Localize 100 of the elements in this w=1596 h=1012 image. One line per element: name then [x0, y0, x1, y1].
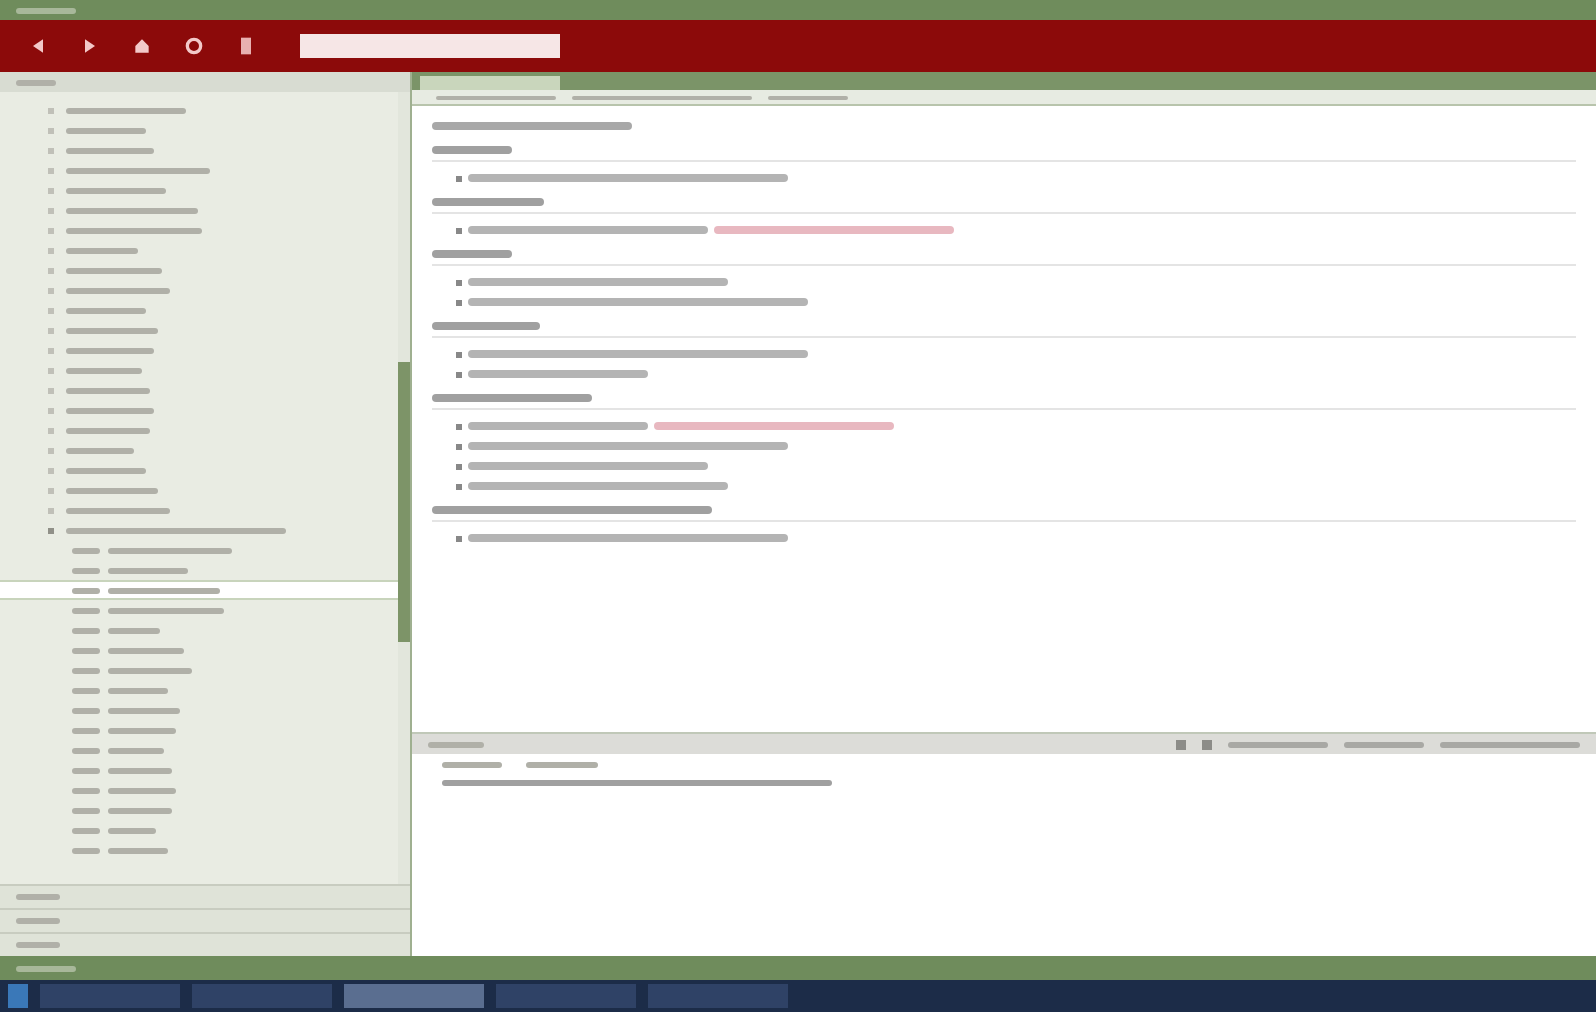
expand-icon[interactable] — [48, 467, 54, 473]
bullet-icon — [456, 351, 462, 357]
illegible-text — [16, 7, 76, 13]
expand-icon[interactable] — [48, 487, 54, 493]
expand-icon[interactable] — [48, 327, 54, 333]
panel-header[interactable] — [0, 932, 410, 956]
bullet-icon — [456, 443, 462, 449]
illegible-text — [66, 267, 162, 273]
address-field[interactable] — [300, 34, 560, 58]
illegible-text — [66, 247, 138, 253]
illegible-text — [1228, 741, 1328, 747]
illegible-text — [72, 727, 100, 733]
expand-icon[interactable] — [48, 307, 54, 313]
bullet-icon — [456, 279, 462, 285]
illegible-text — [428, 741, 484, 747]
panel-header[interactable] — [0, 908, 410, 932]
expand-icon[interactable] — [48, 287, 54, 293]
link[interactable] — [714, 226, 954, 234]
illegible-text — [66, 147, 154, 153]
illegible-text — [108, 647, 184, 653]
taskbar-button[interactable] — [40, 984, 180, 1008]
illegible-text — [66, 407, 154, 413]
illegible-text — [72, 567, 100, 573]
bullet-icon — [456, 227, 462, 233]
link[interactable] — [654, 422, 894, 430]
illegible-text — [72, 687, 100, 693]
illegible-text — [66, 307, 146, 313]
illegible-text — [72, 747, 100, 753]
illegible-text — [66, 207, 198, 213]
illegible-text — [108, 827, 156, 833]
expand-icon[interactable] — [48, 407, 54, 413]
illegible-text — [108, 847, 168, 853]
collapse-icon[interactable] — [48, 527, 54, 533]
illegible-text — [16, 79, 56, 85]
expand-icon[interactable] — [48, 267, 54, 273]
page-icon — [236, 36, 256, 56]
illegible-text — [66, 507, 170, 513]
illegible-text — [66, 367, 142, 373]
taskbar-button[interactable] — [496, 984, 636, 1008]
illegible-text — [72, 607, 100, 613]
illegible-text — [108, 787, 176, 793]
back-icon — [28, 36, 48, 56]
illegible-text — [66, 327, 158, 333]
expand-icon[interactable] — [48, 107, 54, 113]
scrollbar[interactable] — [398, 92, 410, 884]
expand-icon[interactable] — [48, 127, 54, 133]
home-icon — [132, 36, 152, 56]
illegible-text — [108, 607, 224, 613]
illegible-text — [72, 707, 100, 713]
illegible-text — [442, 762, 502, 768]
expand-icon[interactable] — [48, 207, 54, 213]
illegible-text — [108, 687, 168, 693]
taskbar-button[interactable] — [192, 984, 332, 1008]
tab[interactable] — [420, 76, 560, 90]
illegible-text — [72, 547, 100, 553]
expand-icon[interactable] — [48, 367, 54, 373]
illegible-text — [108, 587, 220, 593]
bullet-icon — [456, 371, 462, 377]
illegible-text — [72, 647, 100, 653]
panel-header[interactable] — [0, 884, 410, 908]
bullet-icon — [456, 463, 462, 469]
bullet-icon — [456, 535, 462, 541]
taskbar-button[interactable] — [344, 984, 484, 1008]
toolbar-icon[interactable] — [1176, 739, 1186, 749]
expand-icon[interactable] — [48, 147, 54, 153]
illegible-text — [66, 107, 186, 113]
expand-icon[interactable] — [48, 167, 54, 173]
refresh-button[interactable] — [180, 32, 208, 60]
toolbar-icon[interactable] — [1202, 739, 1212, 749]
illegible-text — [16, 942, 60, 948]
illegible-text — [72, 827, 100, 833]
illegible-text — [72, 587, 100, 593]
expand-icon[interactable] — [48, 447, 54, 453]
tree-item[interactable] — [0, 580, 398, 600]
illegible-text — [16, 894, 60, 900]
scrollbar-thumb[interactable] — [398, 362, 410, 642]
bullet-icon — [456, 423, 462, 429]
illegible-text — [108, 547, 232, 553]
illegible-text — [66, 127, 146, 133]
expand-icon[interactable] — [48, 247, 54, 253]
bullet-icon — [456, 299, 462, 305]
illegible-text — [66, 167, 210, 173]
illegible-text — [66, 187, 166, 193]
expand-icon[interactable] — [48, 427, 54, 433]
illegible-text — [66, 347, 154, 353]
illegible-text — [108, 727, 176, 733]
start-button[interactable] — [8, 984, 28, 1008]
expand-icon[interactable] — [48, 187, 54, 193]
expand-icon[interactable] — [48, 227, 54, 233]
expand-icon[interactable] — [48, 347, 54, 353]
taskbar-button[interactable] — [648, 984, 788, 1008]
illegible-text — [108, 707, 180, 713]
illegible-text — [108, 567, 188, 573]
illegible-text — [66, 387, 150, 393]
expand-icon[interactable] — [48, 387, 54, 393]
illegible-text — [432, 146, 512, 154]
illegible-text — [72, 807, 100, 813]
illegible-text — [16, 965, 76, 971]
expand-icon[interactable] — [48, 507, 54, 513]
illegible-text — [72, 787, 100, 793]
